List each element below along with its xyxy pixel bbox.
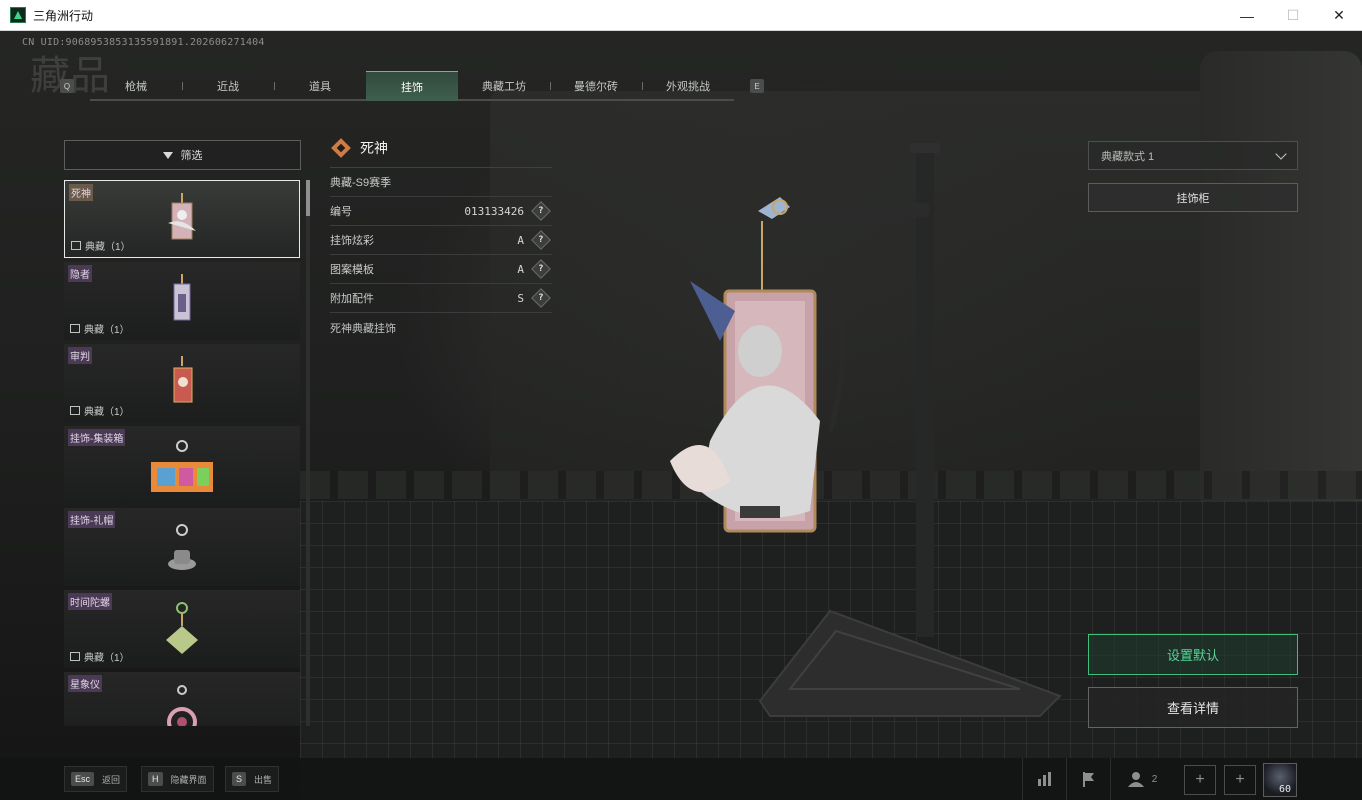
bottom-bar: Esc 返回 H 隐藏界面 S 出售 2 + + 60 (0, 758, 1362, 800)
help-icon[interactable]: ? (531, 259, 551, 279)
list-item[interactable]: 死神 典藏（1） (64, 180, 300, 258)
close-button[interactable]: ✕ (1316, 0, 1362, 31)
collection-icon (70, 406, 80, 415)
app-logo-icon (10, 7, 26, 23)
item-name: 隐者 (68, 265, 92, 282)
plus-icon[interactable]: + (1184, 765, 1216, 795)
minimize-button[interactable]: — (1224, 0, 1270, 31)
scrollbar-thumb[interactable] (306, 180, 310, 216)
plus-icon[interactable]: + (1224, 765, 1256, 795)
hide-ui-hint[interactable]: H 隐藏界面 (141, 766, 214, 792)
back-hint[interactable]: Esc 返回 (64, 766, 128, 792)
tab-items[interactable]: 道具 (274, 71, 366, 101)
charm-list: 死神 典藏（1） 隐者 典藏（1） 审判 典藏（1） 挂饰-集装箱 挂饰-礼帽 … (64, 180, 302, 726)
item-tag: 典藏（1） (70, 649, 130, 664)
charm-thumbnail (167, 685, 197, 726)
item-name: 挂饰-集装箱 (68, 429, 126, 446)
help-icon[interactable]: ? (531, 201, 551, 221)
chevron-down-icon (1275, 147, 1287, 160)
friends-button[interactable]: 2 (1110, 758, 1174, 800)
style-dropdown[interactable]: 典藏款式 1 (1088, 141, 1298, 170)
collection-icon (71, 241, 81, 250)
detail-panel: 死神 典藏-S9赛季 编号 013133426? 挂饰炫彩 A? 图案模板 A?… (330, 137, 552, 342)
help-icon[interactable]: ? (531, 230, 551, 250)
window-titlebar: 三角洲行动 — ☐ ✕ (0, 0, 1362, 31)
charm-thumbnail (151, 440, 213, 492)
maximize-button[interactable]: ☐ (1270, 0, 1316, 31)
detail-title: 死神 (330, 137, 552, 159)
category-tabs: Q 枪械 近战 道具 挂饰 典藏工坊 曼德尔砖 外观挑战 E (60, 71, 764, 101)
item-name: 挂饰-礼帽 (68, 511, 116, 528)
charm-display-scene[interactable] (640, 141, 1080, 721)
friends-count: 2 (1151, 773, 1158, 785)
list-item[interactable]: 挂饰-集装箱 (64, 426, 300, 504)
tab-charms[interactable]: 挂饰 (366, 71, 458, 101)
charm-thumbnail (166, 602, 198, 654)
charm-thumbnail (173, 356, 193, 403)
view-details-button[interactable]: 查看详情 (1088, 687, 1298, 728)
player-level: 60 (1279, 784, 1292, 795)
item-tag: 典藏（1） (70, 321, 130, 336)
detail-row-serial: 编号 013133426? (330, 197, 552, 226)
charm-cabinet-button[interactable]: 挂饰柜 (1088, 183, 1298, 212)
item-name: 时间陀螺 (68, 593, 112, 610)
set-default-button[interactable]: 设置默认 (1088, 634, 1298, 675)
collection-icon (70, 652, 80, 661)
flag-icon[interactable] (1066, 758, 1110, 800)
list-scrollbar[interactable] (306, 180, 310, 726)
tab-guns[interactable]: 枪械 (90, 71, 182, 101)
stats-icon[interactable] (1022, 758, 1066, 800)
item-tag: 典藏（1） (71, 238, 131, 253)
filter-button[interactable]: 筛选 (64, 140, 301, 170)
list-item[interactable]: 审判 典藏（1） (64, 344, 300, 422)
tab-melee[interactable]: 近战 (182, 71, 274, 101)
sell-hint[interactable]: S 出售 (225, 766, 280, 792)
item-name: 死神 (69, 184, 93, 201)
list-item[interactable]: 挂饰-礼帽 (64, 508, 300, 586)
list-item[interactable]: 隐者 典藏（1） (64, 262, 300, 340)
tab-collection-workshop[interactable]: 典藏工坊 (458, 71, 550, 101)
window-title: 三角洲行动 (33, 8, 94, 23)
detail-row-pattern: 图案模板 A? (330, 255, 552, 284)
detail-row-color: 挂饰炫彩 A? (330, 226, 552, 255)
item-name: 星象仪 (68, 675, 102, 692)
window-controls: — ☐ ✕ (1224, 0, 1362, 31)
collection-icon (70, 324, 80, 333)
style-dropdown-value: 典藏款式 1 (1101, 150, 1155, 163)
filter-label: 筛选 (180, 150, 203, 162)
charm-thumbnail (168, 193, 196, 240)
help-icon[interactable]: ? (531, 288, 551, 308)
tab-appearance-challenge[interactable]: 外观挑战 (642, 71, 734, 101)
charm-thumbnail (173, 274, 191, 321)
prev-tab-key-hint[interactable]: Q (60, 79, 74, 93)
next-tab-key-hint[interactable]: E (750, 79, 764, 93)
detail-description: 死神典藏挂饰 (330, 322, 396, 335)
item-tag: 典藏（1） (70, 403, 130, 418)
detail-row-accessory: 附加配件 S? (330, 284, 552, 313)
tab-mandel-brick[interactable]: 曼德尔砖 (550, 71, 642, 101)
charm-thumbnail (168, 524, 196, 570)
filter-icon (162, 151, 173, 159)
list-item[interactable]: 星象仪 (64, 672, 300, 726)
rarity-diamond-icon (331, 138, 351, 158)
item-name: 审判 (68, 347, 92, 364)
tab-strip: 枪械 近战 道具 挂饰 典藏工坊 曼德尔砖 外观挑战 (90, 71, 734, 101)
detail-season: 典藏-S9赛季 (330, 168, 552, 197)
list-item[interactable]: 时间陀螺 典藏（1） (64, 590, 300, 668)
friends-icon (1127, 772, 1144, 787)
game-viewport: CN UID:9068953853135591891.202606271404 … (0, 31, 1362, 800)
